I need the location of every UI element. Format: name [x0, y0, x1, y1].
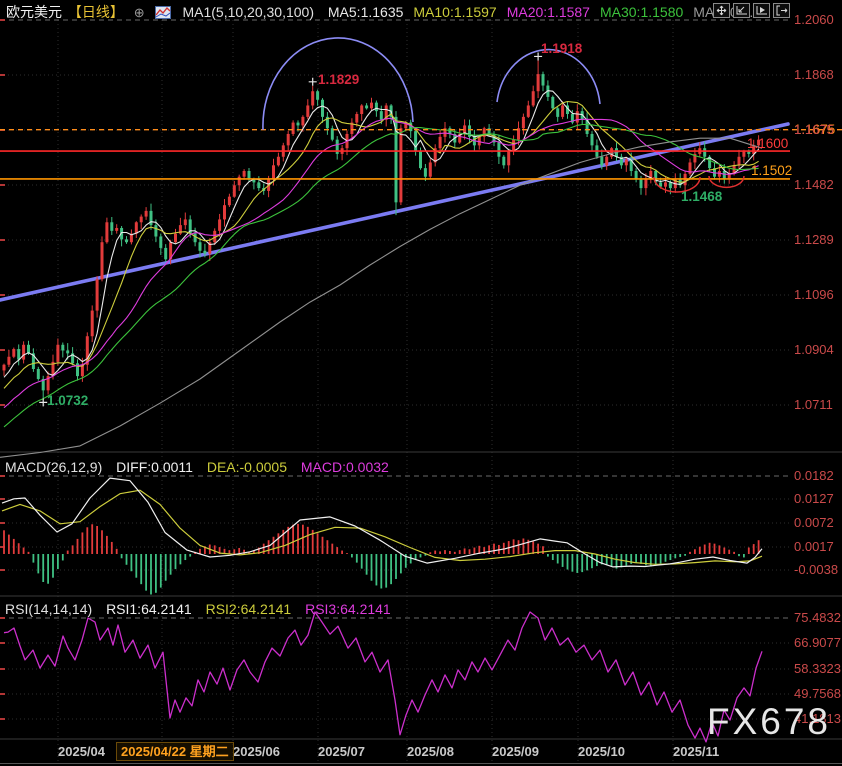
- crosshair-tool-button[interactable]: [713, 3, 730, 18]
- macd-dea-value: DEA:-0.0005: [207, 459, 287, 475]
- svg-text:2025/09: 2025/09: [492, 744, 539, 759]
- annotations: 1.1829 1.1918 1.0732 1.1468 1.1600 1.1502 1.16…: [0, 38, 842, 408]
- chart-toolbar: [713, 3, 790, 18]
- macd-macd-value: MACD:0.0032: [301, 459, 389, 475]
- macd-panel: [2, 478, 762, 594]
- rsi2-value: RSI2:64.2141: [206, 601, 292, 617]
- ma-value: MA10:1.1597: [413, 4, 496, 20]
- zoom-in-panel-button[interactable]: [753, 3, 770, 18]
- ma-value: MA30:1.1580: [600, 4, 683, 20]
- svg-text:75.4832: 75.4832: [794, 610, 841, 625]
- svg-text:0.0017: 0.0017: [794, 539, 834, 554]
- axis-labels: 1.2060 1.1868 1.1675 1.1482 1.1289 1.1096 1.09…: [58, 12, 841, 759]
- svg-text:2025/10: 2025/10: [578, 744, 625, 759]
- svg-text:49.7568: 49.7568: [794, 686, 841, 701]
- trading-app-window: 1.1829 1.1918 1.0732 1.1468 1.1600 1.1502 1.16…: [0, 0, 842, 766]
- svg-text:1.1482: 1.1482: [794, 177, 834, 192]
- svg-text:2025/06: 2025/06: [233, 744, 280, 759]
- instrument-name: 欧元美元: [6, 4, 62, 20]
- svg-text:1.1868: 1.1868: [794, 67, 834, 82]
- macd-settings-label: MACD(26,12,9): [5, 459, 102, 475]
- svg-text:58.3323: 58.3323: [794, 661, 841, 676]
- svg-text:66.9077: 66.9077: [794, 635, 841, 650]
- ma-value: MA5:1.1635: [328, 4, 404, 20]
- rsi-header: RSI(14,14,14) RSI1:64.2141 RSI2:64.2141 …: [5, 601, 401, 617]
- svg-text:1.1096: 1.1096: [794, 287, 834, 302]
- exit-chart-button[interactable]: [773, 3, 790, 18]
- svg-text:1.0904: 1.0904: [794, 342, 834, 357]
- svg-text:1.1829: 1.1829: [318, 72, 359, 87]
- svg-text:2025/07: 2025/07: [318, 744, 365, 759]
- svg-text:1.2060: 1.2060: [794, 12, 834, 27]
- svg-text:1.1468: 1.1468: [681, 189, 723, 204]
- ma-settings-label: MA1(5,10,20,30,100): [182, 4, 314, 20]
- svg-text:2025/11: 2025/11: [673, 744, 719, 759]
- rsi-line: [4, 612, 762, 742]
- rsi3-value: RSI3:64.2141: [305, 601, 391, 617]
- svg-text:1.0711: 1.0711: [794, 397, 833, 412]
- circle-plus-icon[interactable]: ⊕: [134, 5, 145, 20]
- svg-text:1.1502: 1.1502: [751, 163, 792, 178]
- svg-text:0.0127: 0.0127: [794, 491, 834, 506]
- chart-header: 欧元美元 【日线】 ⊕ MA1(5,10,20,30,100) MA5:1.16…: [6, 2, 789, 22]
- candles: [3, 60, 761, 398]
- chart-canvas[interactable]: 1.1829 1.1918 1.0732 1.1468 1.1600 1.1502 1.16…: [0, 0, 842, 766]
- indicator-chart-icon[interactable]: [155, 6, 171, 19]
- svg-text:2025/08: 2025/08: [407, 744, 454, 759]
- svg-text:-0.0038: -0.0038: [794, 562, 838, 577]
- selected-date-label: 2025/04/22 星期二: [116, 742, 234, 761]
- svg-text:1.1675: 1.1675: [794, 122, 834, 137]
- ma-values: MA5:1.1635 MA10:1.1597 MA20:1.1587 MA30:1.1…: [328, 4, 779, 20]
- svg-text:2025/04: 2025/04: [58, 744, 106, 759]
- svg-text:1.1600: 1.1600: [747, 136, 788, 151]
- svg-text:0.0182: 0.0182: [794, 468, 834, 483]
- svg-text:0.0072: 0.0072: [794, 515, 834, 530]
- macd-diff-value: DIFF:0.0011: [116, 459, 193, 475]
- timeframe-label: 【日线】: [68, 4, 124, 20]
- zoom-out-panel-button[interactable]: [733, 3, 750, 18]
- rsi-settings-label: RSI(14,14,14): [5, 601, 92, 617]
- macd-header: MACD(26,12,9) DIFF:0.0011 DEA:-0.0005 MA…: [5, 459, 399, 475]
- svg-text:1.1918: 1.1918: [541, 41, 583, 56]
- rsi1-value: RSI1:64.2141: [106, 601, 192, 617]
- svg-text:1.0732: 1.0732: [47, 393, 88, 408]
- ma-value: MA20:1.1587: [507, 4, 590, 20]
- fx678-watermark: FX678: [707, 701, 831, 743]
- svg-text:1.1289: 1.1289: [794, 232, 834, 247]
